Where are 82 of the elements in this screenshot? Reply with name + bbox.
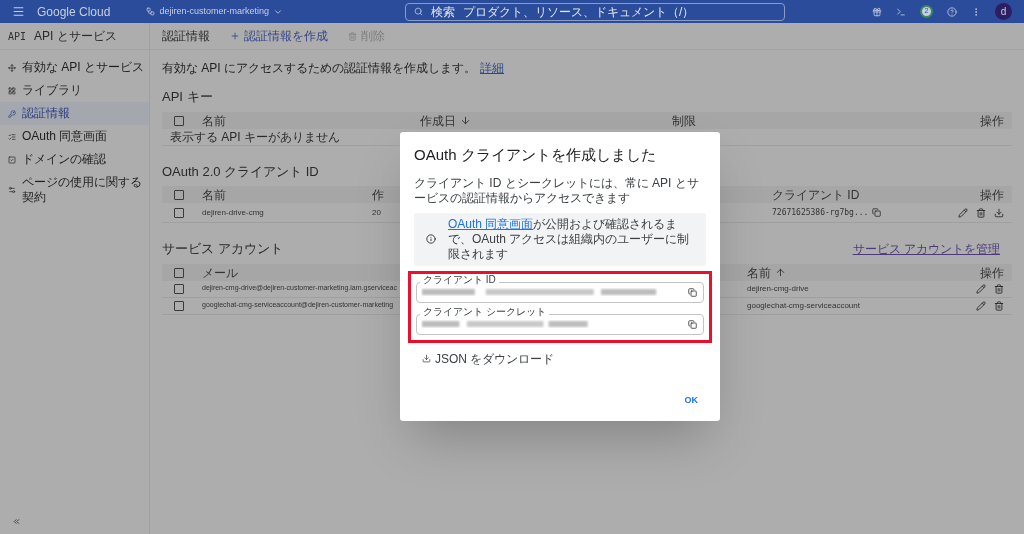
settings-icon [8, 186, 16, 194]
create-button[interactable]: 認証情報を作成 [230, 27, 328, 45]
delete-icon[interactable] [994, 283, 1004, 294]
checkbox[interactable] [174, 300, 184, 311]
edit-icon[interactable] [958, 207, 968, 218]
collapse-icon[interactable] [12, 517, 21, 526]
edit-icon[interactable] [976, 283, 986, 294]
column-header: 操作 [980, 187, 1004, 204]
learn-more-link[interactable]: 詳細 [480, 59, 504, 77]
column-header: クライアント ID [772, 187, 860, 204]
help-icon[interactable] [947, 6, 957, 17]
list-icon [8, 132, 16, 141]
field-label: クライアント ID [420, 273, 499, 286]
checkbox-icon [8, 155, 16, 164]
ok-button[interactable]: OK [676, 391, 706, 409]
copy-icon[interactable] [688, 287, 697, 297]
empty-message: 表示する API キーがありません [170, 128, 340, 146]
search-icon [413, 7, 423, 16]
page-title: 認証情報 [162, 28, 210, 45]
notice-text: OAuth 同意画面が公開および確認されるまで、OAuth アクセスは組織内のユーザーに制限されます [448, 216, 691, 262]
sort-down-icon[interactable] [460, 115, 471, 126]
table-cell: dejiren-drive-cmg [202, 206, 264, 219]
checkbox[interactable] [174, 115, 184, 126]
plus-icon [230, 31, 240, 41]
field-label: クライアント シークレット [420, 305, 549, 318]
column-header: 名前 [202, 187, 226, 204]
dialog-title: OAuth クライアントを作成しました [414, 145, 657, 165]
section-title: API キー [162, 88, 213, 106]
column-header: 名前 [202, 112, 226, 130]
menu-icon[interactable] [12, 5, 25, 18]
column-header: 制限 [672, 112, 696, 130]
info-icon [426, 234, 436, 244]
product-logo[interactable]: Google Cloud [37, 2, 111, 21]
checkbox[interactable] [174, 207, 184, 218]
search-field[interactable]: 検索 プロダクト、リソース、ドキュメント（/） [404, 2, 785, 21]
delete-icon[interactable] [976, 207, 986, 218]
sidebar-title: API とサービス [34, 28, 117, 45]
column-header: 操作 [980, 112, 1004, 130]
description-text: 有効な API にアクセスするための認証情報を作成します。 [162, 60, 476, 77]
checkbox[interactable] [174, 283, 184, 294]
consent-screen-link[interactable]: OAuth 同意画面 [448, 216, 534, 231]
api-label: API [8, 29, 27, 44]
table-cell: dejiren-cmg-drive [747, 282, 809, 295]
checkbox[interactable] [174, 267, 184, 278]
section-title: OAuth 2.0 クライアント ID [162, 162, 319, 181]
grid-icon [8, 86, 16, 95]
sort-up-icon[interactable] [775, 267, 786, 278]
download-icon[interactable] [994, 207, 1004, 218]
manage-service-accounts-link[interactable]: サービス アカウントを管理 [852, 239, 1000, 258]
section-title: サービス アカウント [162, 240, 283, 258]
checkbox[interactable] [174, 190, 184, 200]
search-placeholder: プロダクト、リソース、ドキュメント（/） [462, 3, 695, 21]
avatar[interactable]: d [995, 3, 1012, 20]
sidebar-item[interactable]: ライブラリ [0, 79, 149, 102]
column-header: 操作 [980, 264, 1004, 282]
table-cell: 20 [372, 206, 381, 219]
column-header: 作 [372, 187, 384, 204]
terminal-icon[interactable] [896, 6, 906, 17]
copy-icon[interactable] [688, 319, 697, 329]
client-id: 72671625386-rg7bg... [772, 206, 869, 219]
edit-icon[interactable] [976, 300, 986, 311]
delete-icon[interactable] [994, 300, 1004, 311]
column-header: 名前 [747, 264, 771, 282]
search-label: 検索 [430, 3, 455, 21]
sidebar-item[interactable]: 認証情報 [0, 102, 149, 125]
column-header: 作成日 [420, 112, 456, 130]
download-json-button[interactable]: JSON をダウンロード [414, 347, 563, 370]
project-picker[interactable]: dejiren-customer-marketing [146, 4, 283, 19]
trash-icon [348, 31, 357, 41]
column-header: メール [202, 264, 238, 282]
sidebar-item[interactable]: ドメインの確認 [0, 148, 149, 171]
sidebar-item[interactable]: ページの使用に関する契約 [0, 171, 149, 209]
copy-icon[interactable] [872, 208, 882, 217]
gift-icon[interactable] [872, 6, 882, 17]
move-icon [8, 63, 16, 72]
download-icon [422, 354, 431, 363]
nodes-icon [146, 7, 156, 16]
sidebar-item[interactable]: OAuth 同意画面 [0, 125, 149, 148]
sidebar-item[interactable]: 有効な API とサービス [0, 56, 149, 79]
table-cell: googlechat-cmg-serviceaccount [747, 299, 860, 312]
dialog-description: クライアント ID とシークレットには、常に API とサービスの認証情報からアクセスできます [414, 175, 700, 206]
key-icon [8, 109, 16, 118]
